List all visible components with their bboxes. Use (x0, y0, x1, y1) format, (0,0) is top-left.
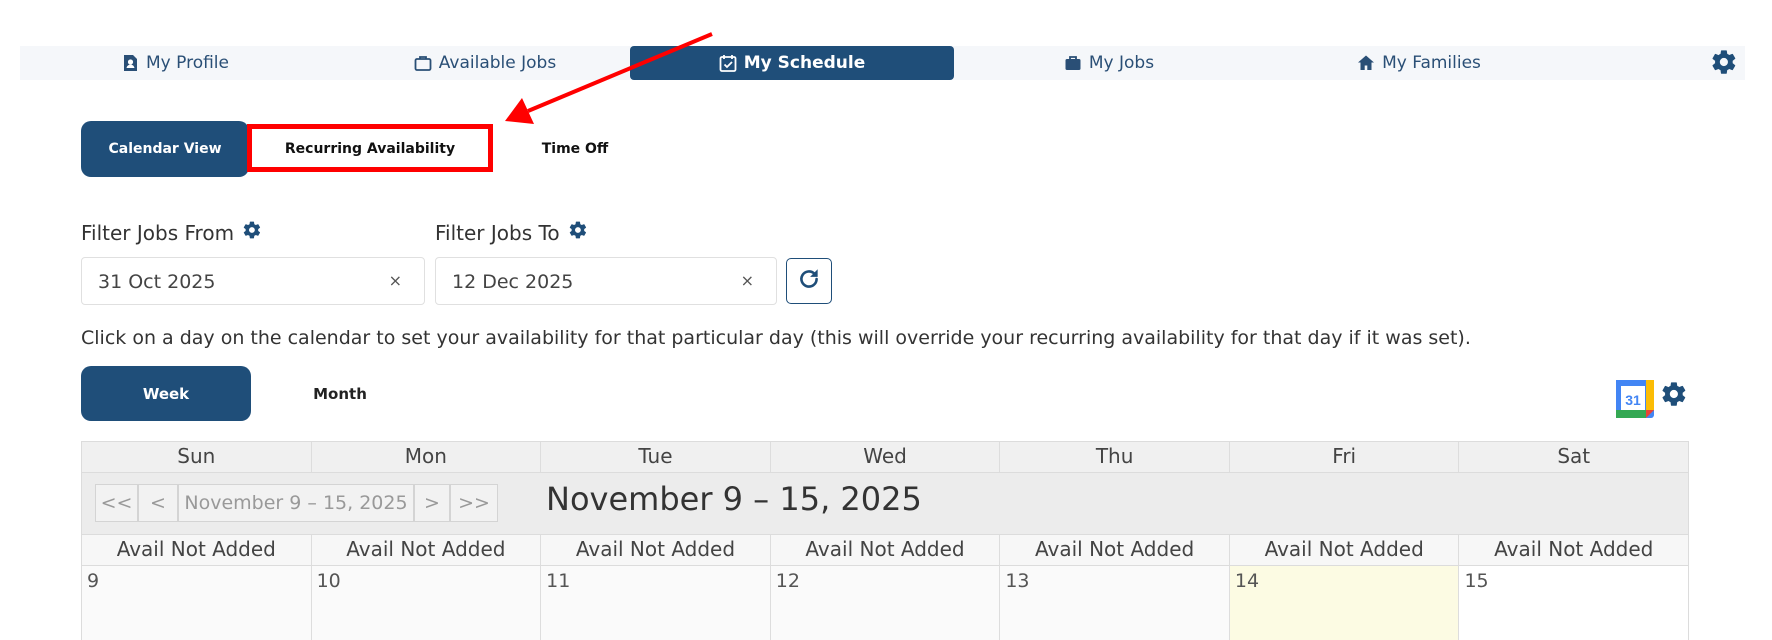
clear-to-icon[interactable]: × (741, 271, 754, 290)
nav-label-my-profile: My Profile (146, 53, 229, 73)
weekday-tue: Tue (541, 442, 771, 472)
month-view-button[interactable]: Month (255, 366, 425, 421)
nav-my-families[interactable]: My Families (1264, 46, 1574, 80)
gear-icon[interactable] (1660, 380, 1688, 408)
gear-icon[interactable] (568, 220, 588, 245)
availability-row: Avail Not Added Avail Not Added Avail No… (81, 534, 1689, 566)
gear-icon[interactable] (1710, 48, 1738, 76)
filter-to-label: Filter Jobs To (435, 220, 588, 245)
weekday-header-row: Sun Mon Tue Wed Thu Fri Sat (81, 441, 1689, 473)
weekday-thu: Thu (1000, 442, 1230, 472)
nav-label-available-jobs: Available Jobs (438, 53, 557, 73)
nav-my-profile[interactable]: My Profile (20, 46, 330, 80)
weekday-sat: Sat (1557, 444, 1591, 468)
day-cell[interactable]: 11 (541, 566, 771, 640)
profile-icon (121, 54, 139, 72)
day-cell[interactable]: 9 (82, 566, 312, 640)
filter-from-input[interactable]: 31 Oct 2025 × (81, 257, 425, 305)
last-week-button[interactable]: >> (450, 484, 498, 522)
availability-cell[interactable]: Avail Not Added (1459, 535, 1688, 565)
nav-my-schedule[interactable]: My Schedule (630, 46, 954, 80)
availability-cell[interactable]: Avail Not Added (1230, 535, 1460, 565)
tab-calendar-view[interactable]: Calendar View (81, 121, 249, 177)
refresh-icon (796, 266, 822, 296)
weekday-fri: Fri (1230, 442, 1460, 472)
prev-week-button[interactable]: < (138, 484, 178, 522)
calendar-range-title: November 9 – 15, 2025 (546, 480, 922, 518)
day-cell[interactable]: 10 (311, 566, 542, 640)
briefcase-outline-icon (414, 54, 432, 72)
filter-from-text: Filter Jobs From (81, 220, 235, 245)
filter-to-text: Filter Jobs To (435, 220, 560, 245)
highlight-box (247, 124, 493, 172)
filter-from-value: 31 Oct 2025 (98, 271, 216, 293)
calendar: Sun Mon Tue Wed Thu Fri Sat << < Novembe… (81, 441, 1689, 640)
gear-icon[interactable] (242, 220, 262, 245)
weekday-sun: Sun (82, 442, 312, 472)
nav-available-jobs[interactable]: Available Jobs (330, 46, 640, 80)
calendar-toolbar: << < November 9 – 15, 2025 > >> November… (81, 473, 1689, 534)
nav-label-my-families: My Families (1382, 53, 1481, 73)
weekday-mon: Mon (312, 442, 542, 472)
refresh-button[interactable] (786, 258, 832, 304)
filter-to-input[interactable]: 12 Dec 2025 × (435, 257, 777, 305)
availability-cell[interactable]: Avail Not Added (82, 535, 312, 565)
gcal-number: 31 (1625, 392, 1641, 408)
day-cell[interactable]: 15 (1459, 566, 1689, 640)
day-cell[interactable]: 13 (1000, 566, 1230, 640)
briefcase-icon (1064, 54, 1082, 72)
day-cell[interactable]: 12 (770, 566, 1001, 640)
instructions-text: Click on a day on the calendar to set yo… (81, 327, 1471, 349)
google-calendar-icon[interactable]: 31 (1616, 380, 1654, 418)
availability-cell[interactable]: Avail Not Added (541, 535, 771, 565)
availability-cell[interactable]: Avail Not Added (771, 535, 1001, 565)
next-week-button[interactable]: > (414, 484, 450, 522)
nav-my-jobs[interactable]: My Jobs (954, 46, 1264, 80)
availability-cell[interactable]: Avail Not Added (1000, 535, 1230, 565)
nav-label-my-jobs: My Jobs (1088, 53, 1155, 73)
filter-from-label: Filter Jobs From (81, 220, 262, 245)
first-week-button[interactable]: << (95, 484, 138, 522)
nav-label-my-schedule: My Schedule (743, 53, 866, 73)
calendar-check-icon (719, 54, 737, 72)
day-row: 9 10 11 12 13 14 15 (81, 566, 1689, 640)
weekday-wed: Wed (771, 442, 1001, 472)
tab-time-off[interactable]: Time Off (500, 121, 650, 177)
availability-cell[interactable]: Avail Not Added (312, 535, 542, 565)
clear-from-icon[interactable]: × (389, 271, 402, 290)
home-icon (1357, 54, 1375, 72)
day-cell-today[interactable]: 14 (1229, 566, 1460, 640)
filter-to-value: 12 Dec 2025 (452, 271, 574, 293)
week-view-button[interactable]: Week (81, 366, 251, 421)
top-nav: My Profile Available Jobs My Schedule My… (20, 46, 1745, 80)
current-week-button[interactable]: November 9 – 15, 2025 (178, 484, 414, 522)
